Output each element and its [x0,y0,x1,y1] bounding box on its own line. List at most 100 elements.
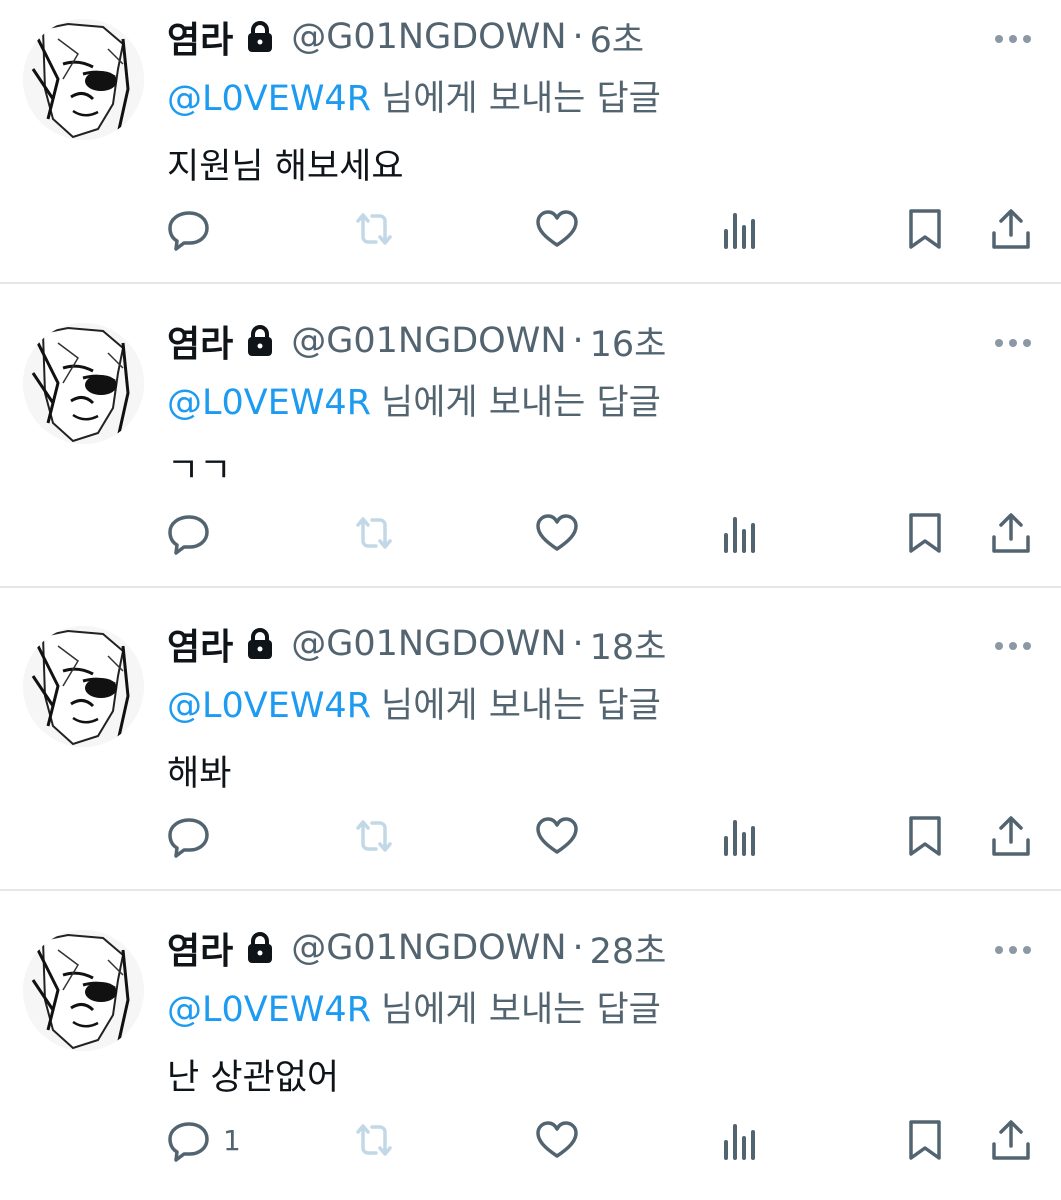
separator-dot: · [572,321,584,361]
share-button[interactable] [989,511,1033,555]
bookmark-icon [909,209,941,249]
reply-context: @L0VEW4R 님에게 보내는 답글 [167,677,661,728]
views-button[interactable] [718,207,762,251]
action-bar [0,207,1061,257]
user-handle[interactable]: @G01NGDOWN [291,928,566,968]
mention-link[interactable]: @L0VEW4R [167,686,371,726]
views-button[interactable] [718,511,762,555]
tweet-header: 염라 @G01NGDOWN · 18초 [167,619,666,669]
retweet-button[interactable] [352,1118,396,1162]
tweet[interactable]: 염라 @G01NGDOWN · 16초 @L0VEW4R 님에게 보내는 답글 ㄱ… [0,286,1061,588]
bookmark-button[interactable] [903,511,947,555]
display-name[interactable]: 염라 [167,315,233,367]
share-button[interactable] [989,207,1033,251]
reply-button[interactable] [167,207,223,251]
reply-context: @L0VEW4R 님에게 보내는 답글 [167,70,661,121]
lock-icon [248,932,273,963]
user-handle[interactable]: @G01NGDOWN [291,17,566,57]
share-icon [992,1120,1030,1160]
timestamp[interactable]: 18초 [590,619,667,670]
share-button[interactable] [989,814,1033,858]
divider [0,282,1061,284]
tweet-text: 지원님 해보세요 [167,147,404,187]
display-name[interactable]: 염라 [167,922,233,974]
user-handle[interactable]: @G01NGDOWN [291,321,566,361]
mention-link[interactable]: @L0VEW4R [167,383,371,423]
timestamp[interactable]: 28초 [590,923,667,974]
reply-button[interactable] [167,814,223,858]
separator-dot: · [572,928,584,968]
tweet[interactable]: 염라 @G01NGDOWN · 28초 @L0VEW4R 님에게 보내는 답글 난… [0,893,1061,1195]
tweet-header: 염라 @G01NGDOWN · 6초 [167,12,644,62]
retweet-icon [356,517,392,549]
tweet[interactable]: 염라 @G01NGDOWN · 18초 @L0VEW4R 님에게 보내는 답글 해… [0,589,1061,891]
more-icon[interactable] [993,32,1033,46]
share-icon [992,209,1030,249]
reply-icon [168,818,209,858]
mention-link[interactable]: @L0VEW4R [167,990,371,1030]
like-button[interactable] [535,814,579,858]
avatar[interactable] [23,19,144,140]
bookmark-button[interactable] [903,1118,947,1162]
views-icon [724,820,755,856]
bookmark-icon [909,513,941,553]
heart-icon [536,514,578,551]
heart-icon [536,210,578,247]
avatar[interactable] [23,626,144,747]
heart-icon [536,1121,578,1158]
action-bar [0,814,1061,864]
reply-button[interactable] [167,511,223,555]
reply-icon [168,1122,209,1162]
action-bar [0,511,1061,561]
mention-link[interactable]: @L0VEW4R [167,79,371,119]
avatar[interactable] [23,323,144,444]
lock-icon [248,325,273,356]
like-button[interactable] [535,511,579,555]
share-button[interactable] [989,1118,1033,1162]
separator-dot: · [572,624,584,664]
bookmark-button[interactable] [903,814,947,858]
views-button[interactable] [718,1118,762,1162]
reply-context-label: 님에게 보내는 답글 [381,79,661,119]
avatar[interactable] [23,930,144,1051]
reply-context: @L0VEW4R 님에게 보내는 답글 [167,981,661,1032]
tweet-header: 염라 @G01NGDOWN · 16초 [167,316,666,366]
reply-icon [168,211,209,251]
display-name[interactable]: 염라 [167,618,233,670]
timestamp[interactable]: 6초 [590,12,644,63]
reply-button[interactable]: 1 [167,1118,241,1162]
tweet-header: 염라 @G01NGDOWN · 28초 [167,923,666,973]
reply-context-label: 님에게 보내는 답글 [381,686,661,726]
share-icon [992,816,1030,856]
like-button[interactable] [535,207,579,251]
display-name[interactable]: 염라 [167,11,233,63]
divider [0,889,1061,891]
tweet[interactable]: 염라 @G01NGDOWN · 6초 @L0VEW4R 님에게 보내는 답글 지원… [0,0,1061,284]
views-icon [724,1124,755,1160]
retweet-icon [356,1124,392,1156]
views-button[interactable] [718,814,762,858]
more-icon[interactable] [993,943,1033,957]
reply-icon [168,515,209,555]
reply-count: 1 [223,1123,241,1157]
retweet-button[interactable] [352,814,396,858]
retweet-button[interactable] [352,511,396,555]
lock-icon [248,21,273,52]
timestamp[interactable]: 16초 [590,316,667,367]
retweet-icon [356,820,392,852]
heart-icon [536,817,578,854]
retweet-button[interactable] [352,207,396,251]
more-icon[interactable] [993,639,1033,653]
tweet-text: ㄱㄱ [167,451,232,491]
more-icon[interactable] [993,336,1033,350]
tweet-text: 난 상관없어 [167,1058,340,1098]
views-icon [724,517,755,553]
tweet-text: 해봐 [167,754,232,794]
bookmark-icon [909,1120,941,1160]
like-button[interactable] [535,1118,579,1162]
lock-icon [248,628,273,659]
bookmark-button[interactable] [903,207,947,251]
retweet-icon [356,213,392,245]
user-handle[interactable]: @G01NGDOWN [291,624,566,664]
separator-dot: · [572,17,584,57]
